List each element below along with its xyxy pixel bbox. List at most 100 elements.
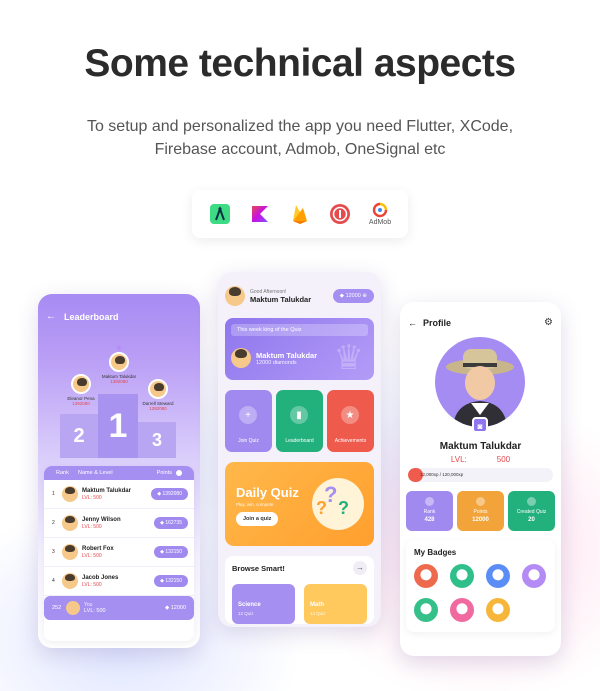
stat-rank[interactable]: Rank 428 [406,491,453,531]
browse-section: Browse Smart! → Science 12 Quiz Math 14 … [225,556,374,624]
row-name: Jacob Jones [82,574,119,581]
bar-chart-icon: ▮ [290,406,308,424]
stat-label: Rank [423,509,436,515]
category-name: Science [238,602,261,608]
camera-icon[interactable]: ◙ [472,417,488,433]
stat-value: 20 [528,517,535,523]
row-rank: 4 [52,578,55,584]
category-name: Math [310,602,324,608]
tile-label: Achievements [334,438,367,444]
badge-icon[interactable] [450,564,474,588]
column-name: Name & Level [78,470,113,476]
profile-name: Maktum Talukdar [439,441,522,452]
stat-label: Created Quiz [516,509,547,515]
podium-third-person[interactable]: Darrell Steward 1392080 [133,379,183,411]
category-science[interactable]: Science 12 Quiz [232,584,295,624]
podium-first-block: 1 [98,394,138,458]
avatar [62,486,78,502]
profile-screen: ← Profile ⚙ ◙ Maktum Talukdar LVL: 500 12… [400,302,561,656]
achievements-tile[interactable]: ★ Achievements [327,390,374,452]
badge-icon[interactable] [450,598,474,622]
my-points: ◆ 12000 [164,605,186,611]
diamond-balance[interactable]: ◆ 12000 ⊕ [332,289,374,303]
avatar [66,601,80,615]
subtitle-line-2: Firebase account, Admob, OneSignal etc [154,141,446,158]
subtitle: To setup and personalized the app you ne… [0,115,600,161]
badge-icon[interactable] [414,598,438,622]
leaderboard-tile[interactable]: ▮ Leaderboard [276,390,323,452]
leaderboard-title: Leaderboard [64,311,119,322]
join-quiz-tile[interactable]: + Join Quiz [225,390,272,452]
badge-icon[interactable] [486,564,510,588]
profile-avatar[interactable] [435,337,525,427]
admob-icon: AdMob [367,201,393,227]
badges-title: My Badges [414,548,457,557]
back-arrow-icon[interactable]: ← [46,311,56,322]
row-points: ◆ 132150 [154,546,188,558]
onesignal-icon [327,201,353,227]
row-level: LVL: 500 [82,494,102,501]
stat-points[interactable]: Points 12000 [457,491,504,531]
tile-label: Join Quiz [238,438,259,444]
leaderboard-header: ← Leaderboard [46,311,119,322]
avatar [62,515,78,531]
crown-icon: ♛ [333,339,364,377]
stat-value: 428 [424,517,435,523]
my-name: You [84,602,93,608]
table-row[interactable]: 1 Maktum Talukdar LVL: 500 ◆ 1392080 [44,480,194,509]
info-icon[interactable] [176,470,182,476]
king-of-quiz-card[interactable]: This week king of the Quiz ♛ Maktum Talu… [225,318,374,380]
stat-value: 12000 [472,517,489,523]
stat-label: Points [473,509,488,515]
profile-stats: Rank 428 Points 12000 Created Quiz 20 [406,491,555,531]
stat-created-quiz[interactable]: Created Quiz 20 [508,491,555,531]
king-name: Maktum Talukdar [256,350,318,360]
daily-quiz-card[interactable]: Daily Quiz Play, win, compete Join a qui… [225,462,374,546]
badge-icon[interactable] [414,564,438,588]
row-rank: 1 [52,491,55,497]
tile-label: Leaderboard [285,438,314,444]
question-marks-icon: ? ? ? [312,478,364,530]
table-row[interactable]: 4 Jacob Jones LVL: 500 ◆ 132150 [44,567,194,596]
row-name: Robert Fox [82,545,114,552]
table-row[interactable]: 2 Jenny Wilson LVL: 500 ◆ 162735 [44,509,194,538]
column-points: Points [156,470,172,476]
my-rank-bar[interactable]: 252 You LVL: 500 ◆ 12000 [44,596,194,620]
xp-text: 12,000xp / 120,000xp [420,472,464,477]
globe-icon [425,497,434,506]
profile-level: LVL: 500 [450,455,511,464]
arrow-right-icon[interactable]: → [353,561,367,575]
leaderboard-screen: ← Leaderboard ♛ Maktum Talukdar 1392080 … [38,294,200,648]
badge-icon[interactable] [486,598,510,622]
android-studio-icon [207,201,233,227]
badges-card: My Badges [406,540,555,632]
back-arrow-icon[interactable]: ← [408,318,417,328]
daily-quiz-subtitle: Play, win, compete [236,502,274,507]
avatar[interactable] [225,286,245,306]
podium-second-block: 2 [60,414,98,458]
admob-label: AdMob [368,219,392,226]
badge-icon[interactable] [522,564,546,588]
join-quiz-button[interactable]: Join a quiz [236,512,279,526]
podium-third-block: 3 [138,422,176,458]
profile-title: Profile [423,317,452,328]
home-header: Good Afternoon! Maktum Talukdar ◆ 12000 … [225,284,374,308]
avatar [62,544,78,560]
row-level: LVL: 500 [82,523,102,530]
my-rank: 252 [52,605,62,611]
row-name: Maktum Talukdar [82,487,131,494]
gear-icon[interactable]: ⚙ [544,317,553,328]
row-level: LVL: 500 [82,581,102,588]
podium-third-points: 1392080 [149,406,167,411]
category-count: 14 Quiz [310,611,326,616]
table-row[interactable]: 3 Robert Fox LVL: 500 ◆ 132150 [44,538,194,567]
avatar [148,379,168,399]
quiz-icon [527,497,536,506]
subtitle-line-1: To setup and personalized the app you ne… [86,118,514,135]
kotlin-icon [247,201,273,227]
quick-actions: + Join Quiz ▮ Leaderboard ★ Achievements [225,390,374,452]
king-title: This week king of the Quiz [231,324,368,336]
diamond-icon [476,497,485,506]
category-math[interactable]: Math 14 Quiz [304,584,367,624]
row-points: ◆ 132150 [154,575,188,587]
